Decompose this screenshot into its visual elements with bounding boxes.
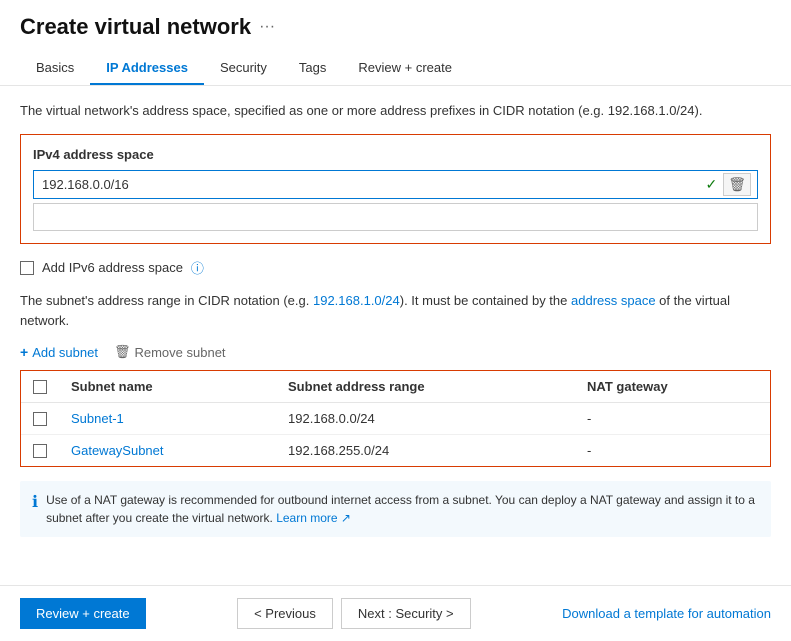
tab-security[interactable]: Security [204,52,283,85]
address-space-link: address space [571,293,656,308]
tab-basics[interactable]: Basics [20,52,90,85]
row1-nat-gateway: - [575,403,770,435]
download-template-link[interactable]: Download a template for automation [562,606,771,621]
ipv4-address-input[interactable] [34,171,699,198]
subnet-table: Subnet name Subnet address range NAT gat… [21,371,770,466]
title-row: Create virtual network ··· [20,14,771,40]
tabs-nav: Basics IP Addresses Security Tags Review… [20,52,771,85]
valid-checkmark-icon: ✓ [705,176,717,193]
footer-right: Download a template for automation [562,606,771,621]
remove-subnet-label: Remove subnet [134,345,225,360]
subnet2-name-link[interactable]: GatewaySubnet [71,443,164,458]
ipv4-label: IPv4 address space [33,147,758,162]
row2-nat-gateway: - [575,435,770,467]
info-box: ℹ Use of a NAT gateway is recommended fo… [20,481,771,537]
col-header-nat-gateway: NAT gateway [575,371,770,403]
ipv6-checkbox[interactable] [20,261,34,275]
table-header-row: Subnet name Subnet address range NAT gat… [21,371,770,403]
add-subnet-button[interactable]: + Add subnet [20,344,98,360]
table-row: Subnet-1 192.168.0.0/24 - [21,403,770,435]
page-footer: Review + create < Previous Next : Securi… [0,585,791,641]
trash-icon: 🗑 [114,344,131,360]
address-space-description: The virtual network's address space, spe… [20,102,771,120]
col-header-subnet-name: Subnet name [59,371,276,403]
row1-checkbox-cell [21,403,59,435]
row1-subnet-address: 192.168.0.0/24 [276,403,575,435]
row2-subnet-name: GatewaySubnet [59,435,276,467]
cidr-example-link: 192.168.1.0/24 [313,293,400,308]
info-box-text: Use of a NAT gateway is recommended for … [46,491,759,527]
row2-subnet-address: 192.168.255.0/24 [276,435,575,467]
ipv4-section: IPv4 address space ✓ 🗑 [20,134,771,244]
row1-checkbox[interactable] [33,412,47,426]
select-all-checkbox[interactable] [33,380,47,394]
next-security-button[interactable]: Next : Security > [341,598,471,629]
ipv6-row: Add IPv6 address space ⓘ [20,258,771,277]
ipv4-input-row: ✓ 🗑 [33,170,758,199]
main-content: The virtual network's address space, spe… [0,86,791,585]
page-container: Create virtual network ··· Basics IP Add… [0,0,791,641]
footer-left: Review + create [20,598,146,629]
ipv6-label: Add IPv6 address space [42,260,183,275]
remove-subnet-button[interactable]: 🗑 Remove subnet [114,344,226,360]
table-row: GatewaySubnet 192.168.255.0/24 - [21,435,770,467]
previous-button[interactable]: < Previous [237,598,333,629]
page-title: Create virtual network [20,14,251,40]
delete-address-icon[interactable]: 🗑 [723,173,751,196]
col-header-checkbox [21,371,59,403]
tab-tags[interactable]: Tags [283,52,342,85]
ipv6-info-icon[interactable]: ⓘ [191,258,204,277]
tab-ip-addresses[interactable]: IP Addresses [90,52,204,85]
empty-address-row [33,203,758,231]
tab-review-create[interactable]: Review + create [342,52,468,85]
row2-checkbox-cell [21,435,59,467]
ellipsis-icon[interactable]: ··· [259,18,275,36]
review-create-button[interactable]: Review + create [20,598,146,629]
subnet1-name-link[interactable]: Subnet-1 [71,411,124,426]
row2-checkbox[interactable] [33,444,47,458]
page-header: Create virtual network ··· Basics IP Add… [0,0,791,86]
col-header-subnet-address: Subnet address range [276,371,575,403]
subnet-description: The subnet's address range in CIDR notat… [20,291,771,330]
info-icon: ℹ [32,492,38,512]
plus-icon: + [20,344,28,360]
add-subnet-label: Add subnet [32,345,98,360]
row1-subnet-name: Subnet-1 [59,403,276,435]
learn-more-link[interactable]: Learn more ↗ [276,511,351,525]
input-icons: ✓ 🗑 [699,173,757,196]
subnet-table-wrapper: Subnet name Subnet address range NAT gat… [20,370,771,467]
footer-center: < Previous Next : Security > [237,598,471,629]
subnet-actions: + Add subnet 🗑 Remove subnet [20,344,771,360]
